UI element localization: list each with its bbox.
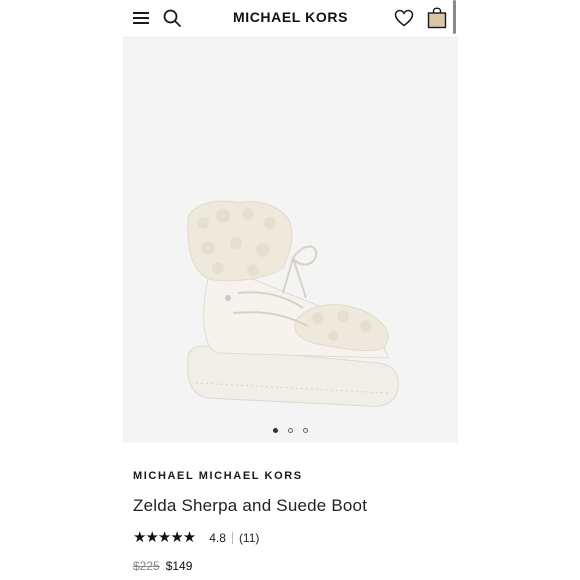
star-rating-icon: ★★★★★ xyxy=(133,529,196,546)
hamburger-menu-icon[interactable] xyxy=(133,11,149,25)
divider xyxy=(231,532,233,544)
rating-value: 4.8 xyxy=(209,531,226,545)
review-count-link[interactable]: (11) xyxy=(239,531,259,545)
shopping-bag-icon[interactable] xyxy=(427,7,447,29)
brand-logo[interactable]: MICHAEL KORS xyxy=(213,9,368,25)
carousel-dot-1[interactable] xyxy=(273,428,278,433)
carousel-dot-3[interactable] xyxy=(303,428,308,433)
product-page: MICHAEL KORS MICHAEL MICHAEL KORS Zelda … xyxy=(123,0,458,580)
rating-summary[interactable]: ★★★★★ 4.8 (11) xyxy=(133,530,259,546)
product-image xyxy=(187,200,399,407)
carousel-dot-2[interactable] xyxy=(288,428,293,433)
product-brand[interactable]: MICHAEL MICHAEL KORS xyxy=(133,470,303,482)
scrollbar[interactable] xyxy=(453,0,456,34)
original-price: $225 xyxy=(133,559,160,573)
product-title: Zelda Sherpa and Suede Boot xyxy=(133,496,368,515)
product-image-carousel[interactable] xyxy=(123,38,458,443)
heart-icon[interactable] xyxy=(394,9,414,27)
carousel-indicator xyxy=(123,428,458,438)
sale-price: $149 xyxy=(165,559,193,573)
top-nav-bar: MICHAEL KORS xyxy=(123,0,458,38)
price: $225 $149 xyxy=(133,559,192,573)
search-icon[interactable] xyxy=(163,9,181,27)
